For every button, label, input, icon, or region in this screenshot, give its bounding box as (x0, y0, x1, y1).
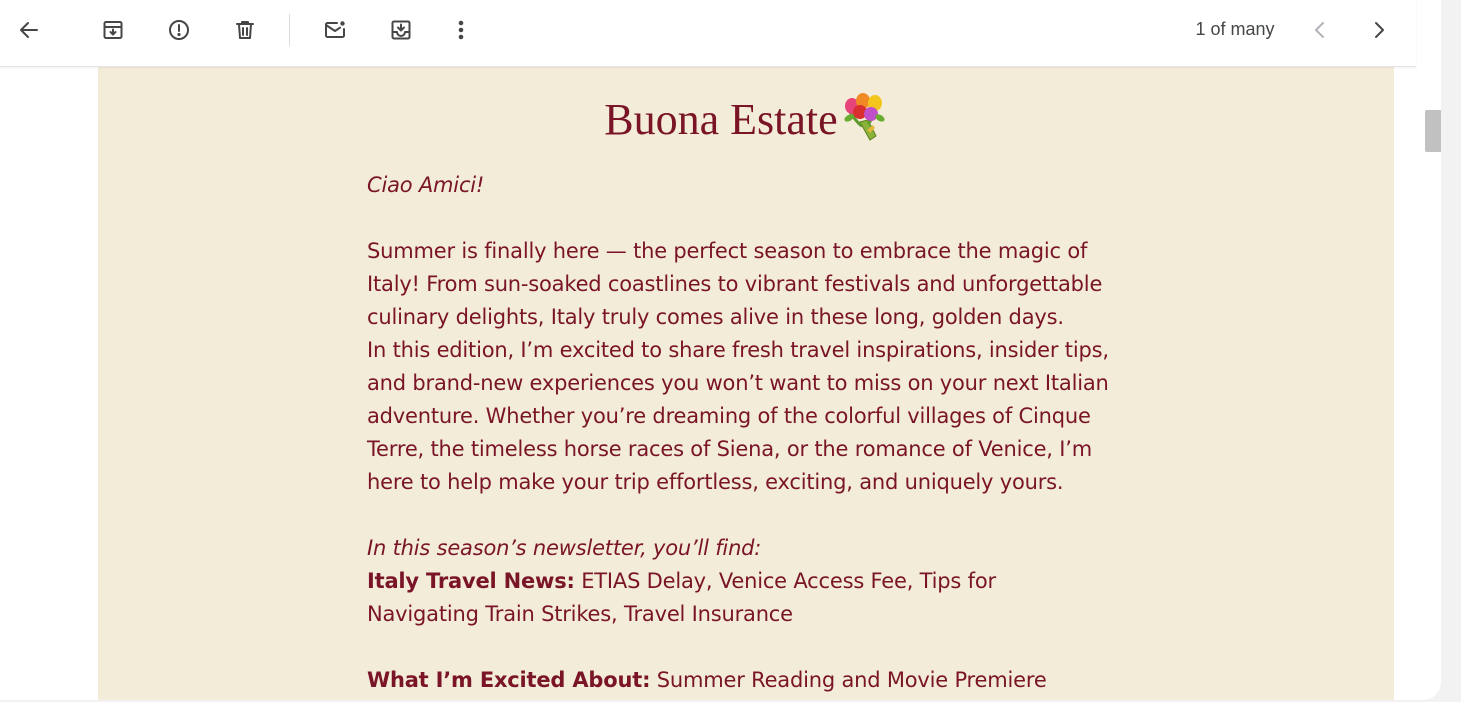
back-button[interactable] (9, 10, 49, 50)
message-toolbar: 1 of many (0, 0, 1416, 67)
toolbar-divider (289, 14, 290, 46)
section-label: What I’m Excited About: (367, 668, 651, 692)
move-to-inbox-button[interactable] (381, 10, 421, 50)
next-message-button[interactable] (1359, 10, 1399, 50)
email-content: Buona Estate Ciao Amici! Summer is final… (98, 66, 1394, 700)
archive-icon (103, 21, 123, 39)
section-travel-news: Italy Travel News: ETIAS Delay, Venice A… (367, 565, 1112, 631)
previous-message-button[interactable] (1300, 10, 1340, 50)
arrow-left-icon (20, 22, 38, 38)
intro-paragraph-2: In this edition, I’m excited to share fr… (367, 338, 1109, 494)
delete-button[interactable] (225, 10, 265, 50)
section-text: Summer Reading and Movie Premiere (650, 668, 1047, 692)
pager-count: 1 of many (1195, 19, 1275, 39)
section-label: Italy Travel News: (367, 569, 575, 593)
report-spam-icon (169, 20, 189, 40)
chevron-right-icon (1375, 22, 1384, 38)
find-intro: In this season’s newsletter, you’ll find… (367, 536, 762, 560)
trash-icon (236, 21, 254, 39)
intro-paragraph: Summer is finally here — the perfect sea… (367, 239, 1103, 329)
archive-button[interactable] (93, 10, 133, 50)
more-options-button[interactable] (441, 10, 481, 50)
chevron-left-icon (1315, 22, 1324, 38)
report-spam-button[interactable] (159, 10, 199, 50)
mark-unread-button[interactable] (315, 10, 355, 50)
heading-text: Buona Estate (604, 95, 838, 144)
newsletter-text: Ciao Amici! Summer is finally here — the… (367, 169, 1112, 697)
email-viewer-window: 1 of many Buona Estate Ciao Amici! Summe… (0, 0, 1441, 700)
email-heading: Buona Estate (98, 92, 1394, 145)
scrollbar-track[interactable] (1420, 66, 1441, 700)
mark-unread-icon (325, 21, 345, 38)
section-excited-about: What I’m Excited About: Summer Reading a… (367, 664, 1112, 697)
bouquet-icon (844, 93, 885, 141)
scrollbar-thumb[interactable] (1425, 110, 1441, 152)
greeting: Ciao Amici! (367, 173, 485, 197)
move-to-inbox-icon (391, 20, 411, 40)
more-vertical-icon (458, 20, 464, 40)
